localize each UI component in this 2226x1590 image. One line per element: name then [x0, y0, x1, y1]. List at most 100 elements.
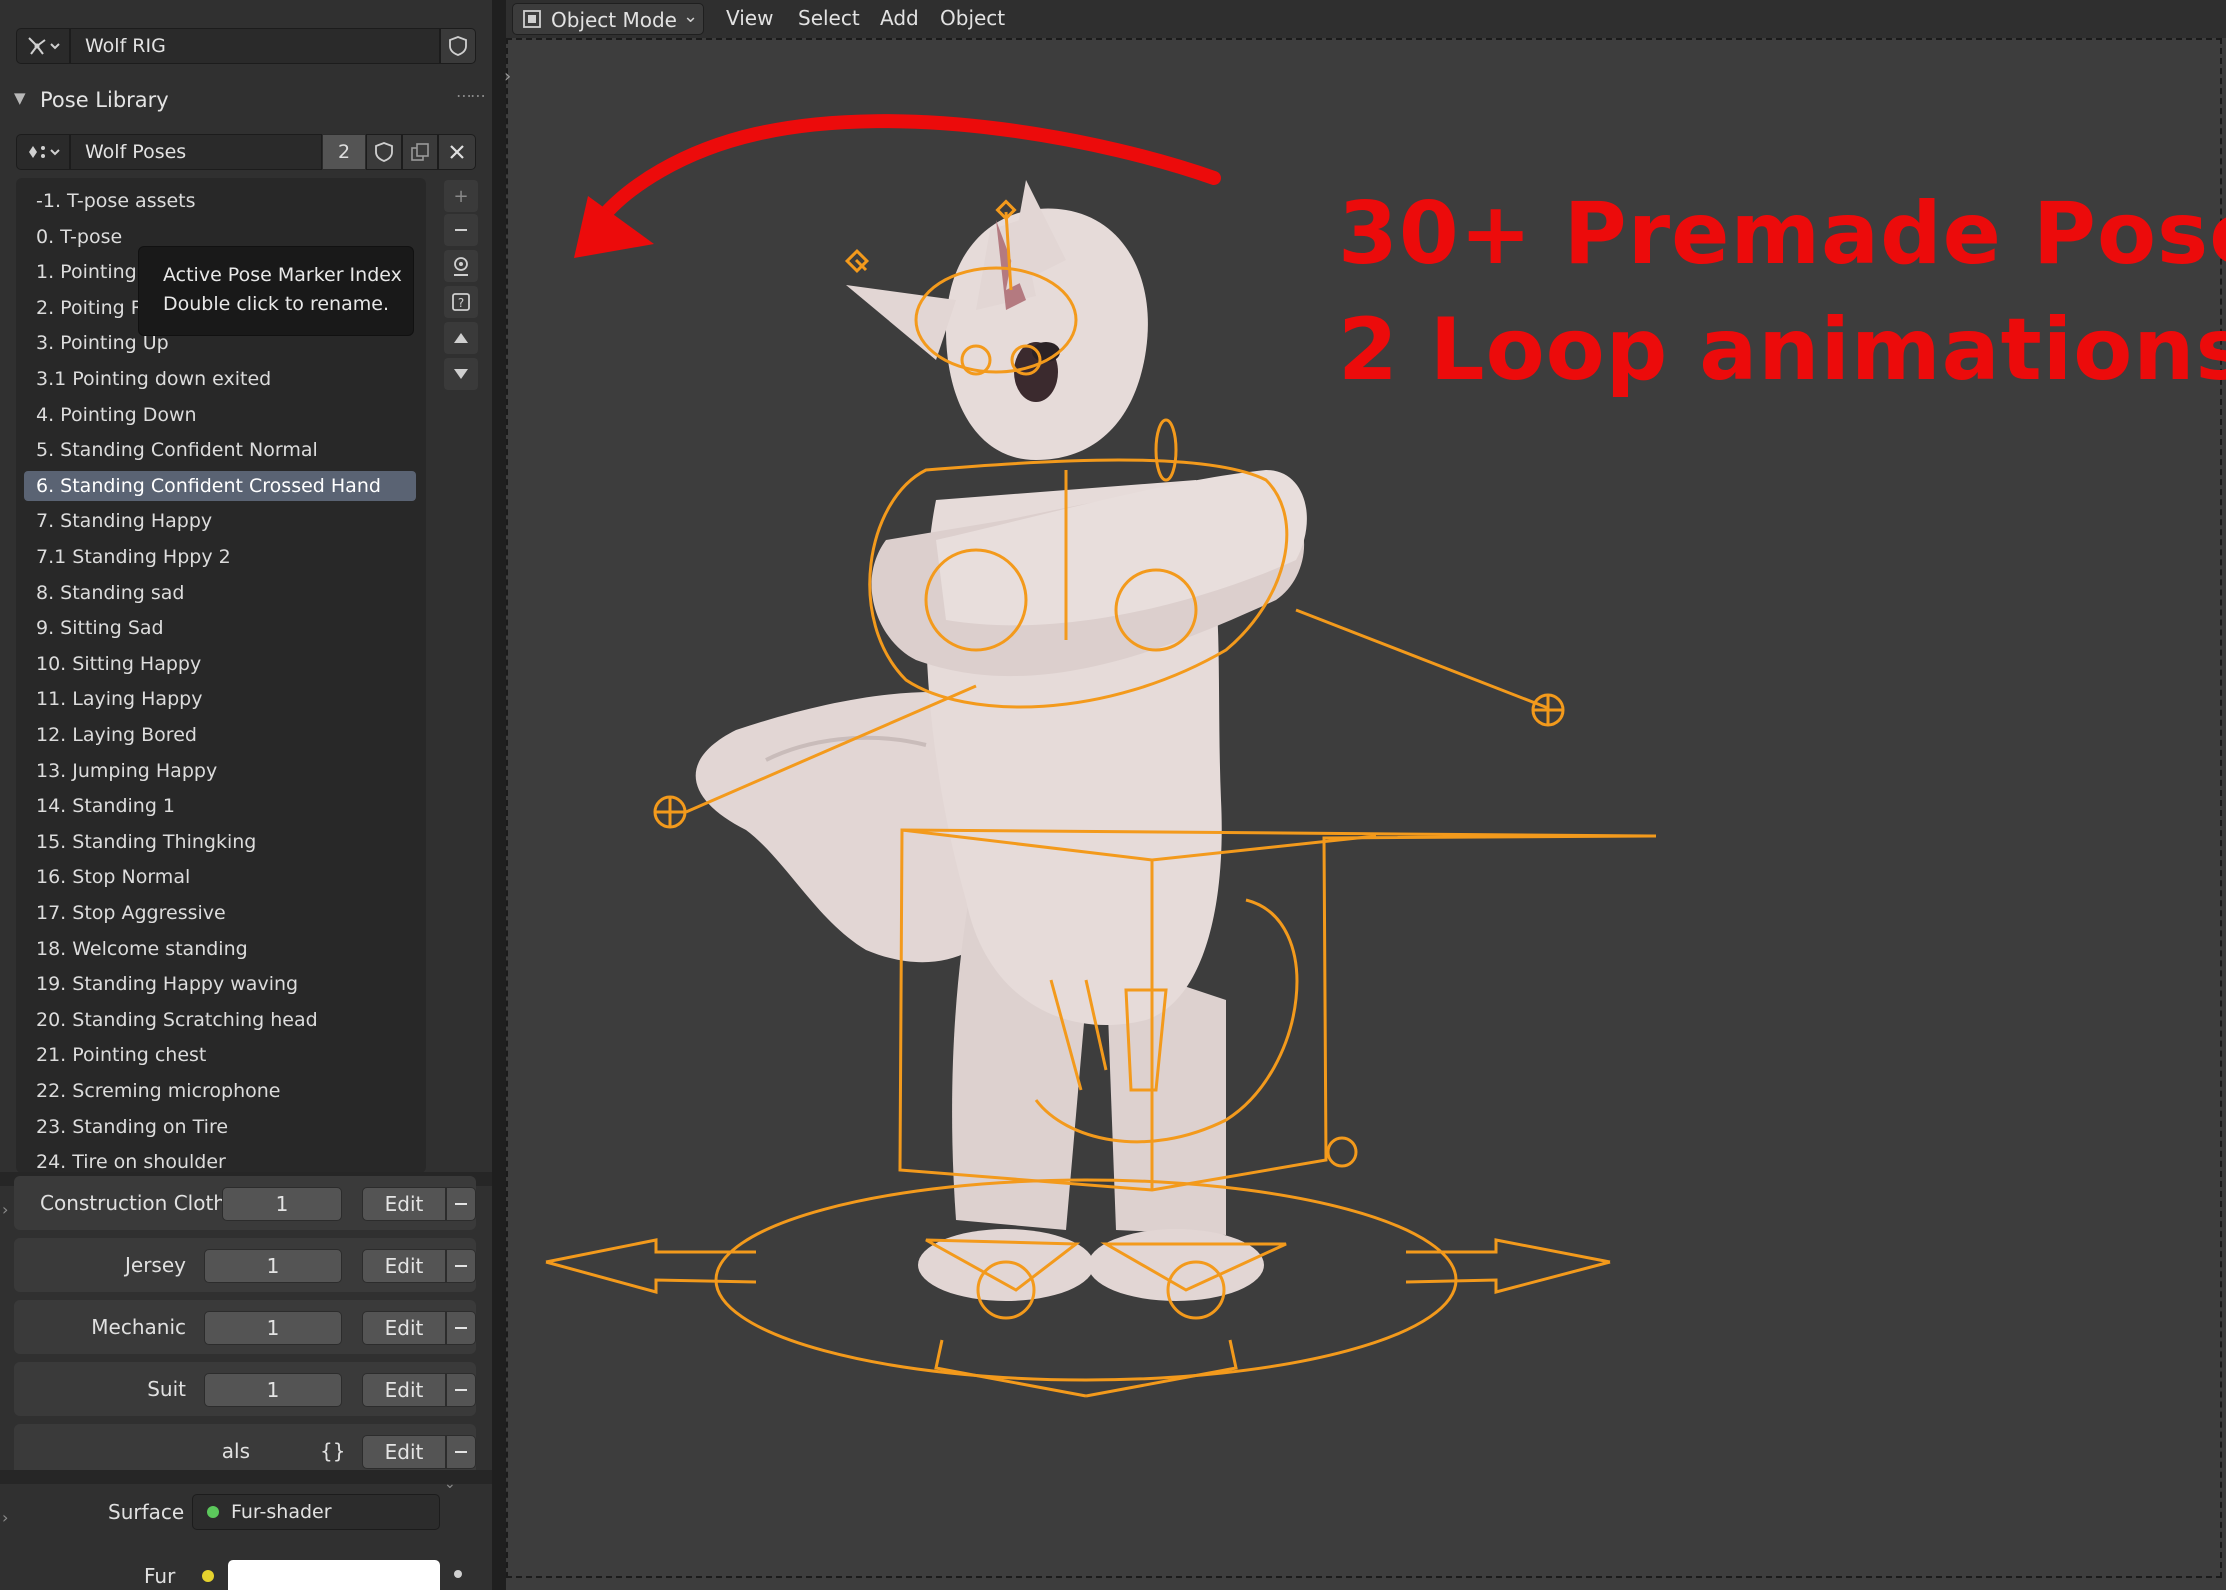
pose-list-item[interactable]: 7. Standing Happy — [24, 506, 416, 536]
pose-list-item[interactable]: 10. Sitting Happy — [24, 649, 416, 679]
action-browse-dropdown[interactable] — [16, 134, 70, 170]
remove-property-button[interactable] — [446, 1435, 476, 1469]
pose-list-item[interactable]: 19. Standing Happy waving — [24, 969, 416, 999]
remove-property-button[interactable] — [446, 1373, 476, 1407]
pose-list-item[interactable]: 17. Stop Aggressive — [24, 898, 416, 928]
remove-property-button[interactable] — [446, 1187, 476, 1221]
pose-list-item[interactable]: -1. T-pose assets — [24, 186, 416, 216]
pose-preview-icon — [454, 257, 468, 276]
property-value-field[interactable]: 1 — [204, 1373, 342, 1407]
collapse-triangle-icon: ▼ — [14, 89, 26, 107]
pose-list-item[interactable]: 15. Standing Thingking — [24, 827, 416, 857]
apply-pose-button[interactable] — [444, 250, 478, 282]
property-value-field[interactable]: 1 — [222, 1187, 342, 1221]
pose-list-item[interactable]: 8. Standing sad — [24, 578, 416, 608]
pose-list-item[interactable]: 12. Laying Bored — [24, 720, 416, 750]
tooltip-line-2: Double click to rename. — [163, 293, 389, 315]
fur-label: Fur — [144, 1564, 176, 1588]
users-count[interactable]: 2 — [322, 134, 366, 170]
tooltip-line-1: Active Pose Marker Index — [163, 264, 402, 286]
panel-separator — [0, 1470, 492, 1484]
pose-library-title: Pose Library — [40, 88, 169, 112]
pose-list-item[interactable]: 3.1 Pointing down exited — [24, 364, 416, 394]
minus-icon — [455, 1265, 467, 1267]
color-socket-icon — [202, 1570, 214, 1582]
action-icon — [29, 146, 60, 158]
minus-icon — [455, 1451, 467, 1453]
pose-list-item[interactable]: 23. Standing on Tire — [24, 1112, 416, 1142]
edit-property-button[interactable]: Edit — [362, 1373, 446, 1407]
promo-headline: 30+ Premade Poses — [1338, 184, 2226, 284]
rig-name-field[interactable]: Wolf RIG — [70, 28, 440, 64]
property-value-field[interactable]: 1 — [204, 1249, 342, 1283]
pose-list-item[interactable]: 21. Pointing chest — [24, 1040, 416, 1070]
property-value-field[interactable]: 1 — [204, 1311, 342, 1345]
sanitize-action-button[interactable]: ? — [444, 286, 478, 318]
properties-panel: Wolf RIG ▼ Pose Library ⋯⋯ Wolf Poses 2 … — [0, 0, 492, 1590]
pose-list-item[interactable]: 13. Jumping Happy — [24, 756, 416, 786]
pose-list-item[interactable]: 9. Sitting Sad — [24, 613, 416, 643]
edit-property-button[interactable]: Edit — [362, 1311, 446, 1345]
property-label: Suit — [147, 1377, 186, 1401]
svg-text:?: ? — [458, 296, 464, 310]
fake-user-shield-icon[interactable] — [366, 134, 402, 170]
minus-icon — [455, 1327, 467, 1329]
pose-list-item[interactable]: 20. Standing Scratching head — [24, 1005, 416, 1035]
surface-shader-name: Fur-shader — [231, 1501, 332, 1523]
surface-label: Surface — [108, 1500, 185, 1524]
pose-list-item[interactable]: 14. Standing 1 — [24, 791, 416, 821]
pose-list-item[interactable]: 18. Welcome standing — [24, 934, 416, 964]
property-label: Construction Cloth — [40, 1191, 226, 1215]
add-pose-button[interactable]: + — [444, 180, 478, 212]
property-label: Mechanic — [91, 1315, 186, 1339]
surface-shader-field[interactable]: Fur-shader — [192, 1494, 440, 1530]
pose-index-tooltip: Active Pose Marker Index Double click to… — [138, 246, 414, 336]
action-name: Wolf Poses — [85, 141, 187, 163]
pose-list-item[interactable]: 5. Standing Confident Normal — [24, 435, 416, 465]
custom-property-row: Suit 1 Edit — [14, 1362, 476, 1416]
custom-property-row: Construction Cloth 1 Edit — [14, 1176, 476, 1230]
pose-list-item[interactable]: 22. Screming microphone — [24, 1076, 416, 1106]
armature-icon — [28, 37, 60, 55]
armature-type-dropdown[interactable] — [16, 28, 70, 64]
remove-pose-button[interactable] — [444, 214, 478, 246]
rig-name: Wolf RIG — [85, 35, 166, 57]
property-value-text: {} — [320, 1439, 346, 1463]
drag-handle-icon[interactable]: ⋯⋯ — [456, 86, 486, 105]
custom-property-row: Mechanic 1 Edit — [14, 1300, 476, 1354]
move-pose-up-button[interactable] — [444, 322, 478, 354]
move-pose-down-button[interactable] — [444, 358, 478, 390]
edit-property-button[interactable]: Edit — [362, 1187, 446, 1221]
3d-viewport[interactable]: Object Mode ⌄ View Select Add Object › 3… — [504, 0, 2226, 1590]
fake-user-shield-icon[interactable] — [440, 28, 476, 64]
red-arrow-annotation — [589, 114, 1221, 232]
pose-list-item[interactable]: 11. Laying Happy — [24, 684, 416, 714]
edit-property-button[interactable]: Edit — [362, 1435, 446, 1469]
pose-library-header[interactable]: ▼ Pose Library ⋯⋯ — [0, 80, 492, 120]
triangle-up-icon — [454, 333, 468, 343]
pose-list-item[interactable]: 4. Pointing Down — [24, 400, 416, 430]
edit-property-button[interactable]: Edit — [362, 1249, 446, 1283]
minus-icon — [455, 229, 467, 231]
action-name-field[interactable]: Wolf Poses — [70, 134, 322, 170]
unlink-action-close-icon[interactable] — [438, 134, 476, 170]
minus-icon — [455, 1203, 467, 1205]
triangle-down-icon — [454, 369, 468, 379]
pose-list-item[interactable]: 16. Stop Normal — [24, 862, 416, 892]
expand-arrow-icon[interactable]: › — [2, 1200, 8, 1219]
remove-property-button[interactable] — [446, 1249, 476, 1283]
pose-list-item[interactable]: 24. Tire on shoulder — [24, 1147, 416, 1173]
pose-list-item[interactable]: 7.1 Standing Hppy 2 — [24, 542, 416, 572]
property-label: als — [221, 1439, 250, 1463]
remove-property-button[interactable] — [446, 1311, 476, 1345]
link-dot-icon[interactable] — [454, 1570, 462, 1578]
expand-arrow-icon[interactable]: › — [2, 1508, 8, 1527]
minus-icon — [455, 1389, 467, 1391]
area-divider[interactable] — [492, 0, 506, 1590]
pose-list-item[interactable]: 6. Standing Confident Crossed Hand — [24, 470, 416, 501]
custom-property-row: Jersey 1 Edit — [14, 1238, 476, 1292]
promo-subheadline: 2 Loop animations — [1338, 300, 2226, 400]
collapse-chevron-icon[interactable]: ⌄ — [444, 1476, 456, 1492]
duplicate-action-icon[interactable] — [402, 134, 438, 170]
fur-color-swatch[interactable] — [228, 1560, 440, 1590]
